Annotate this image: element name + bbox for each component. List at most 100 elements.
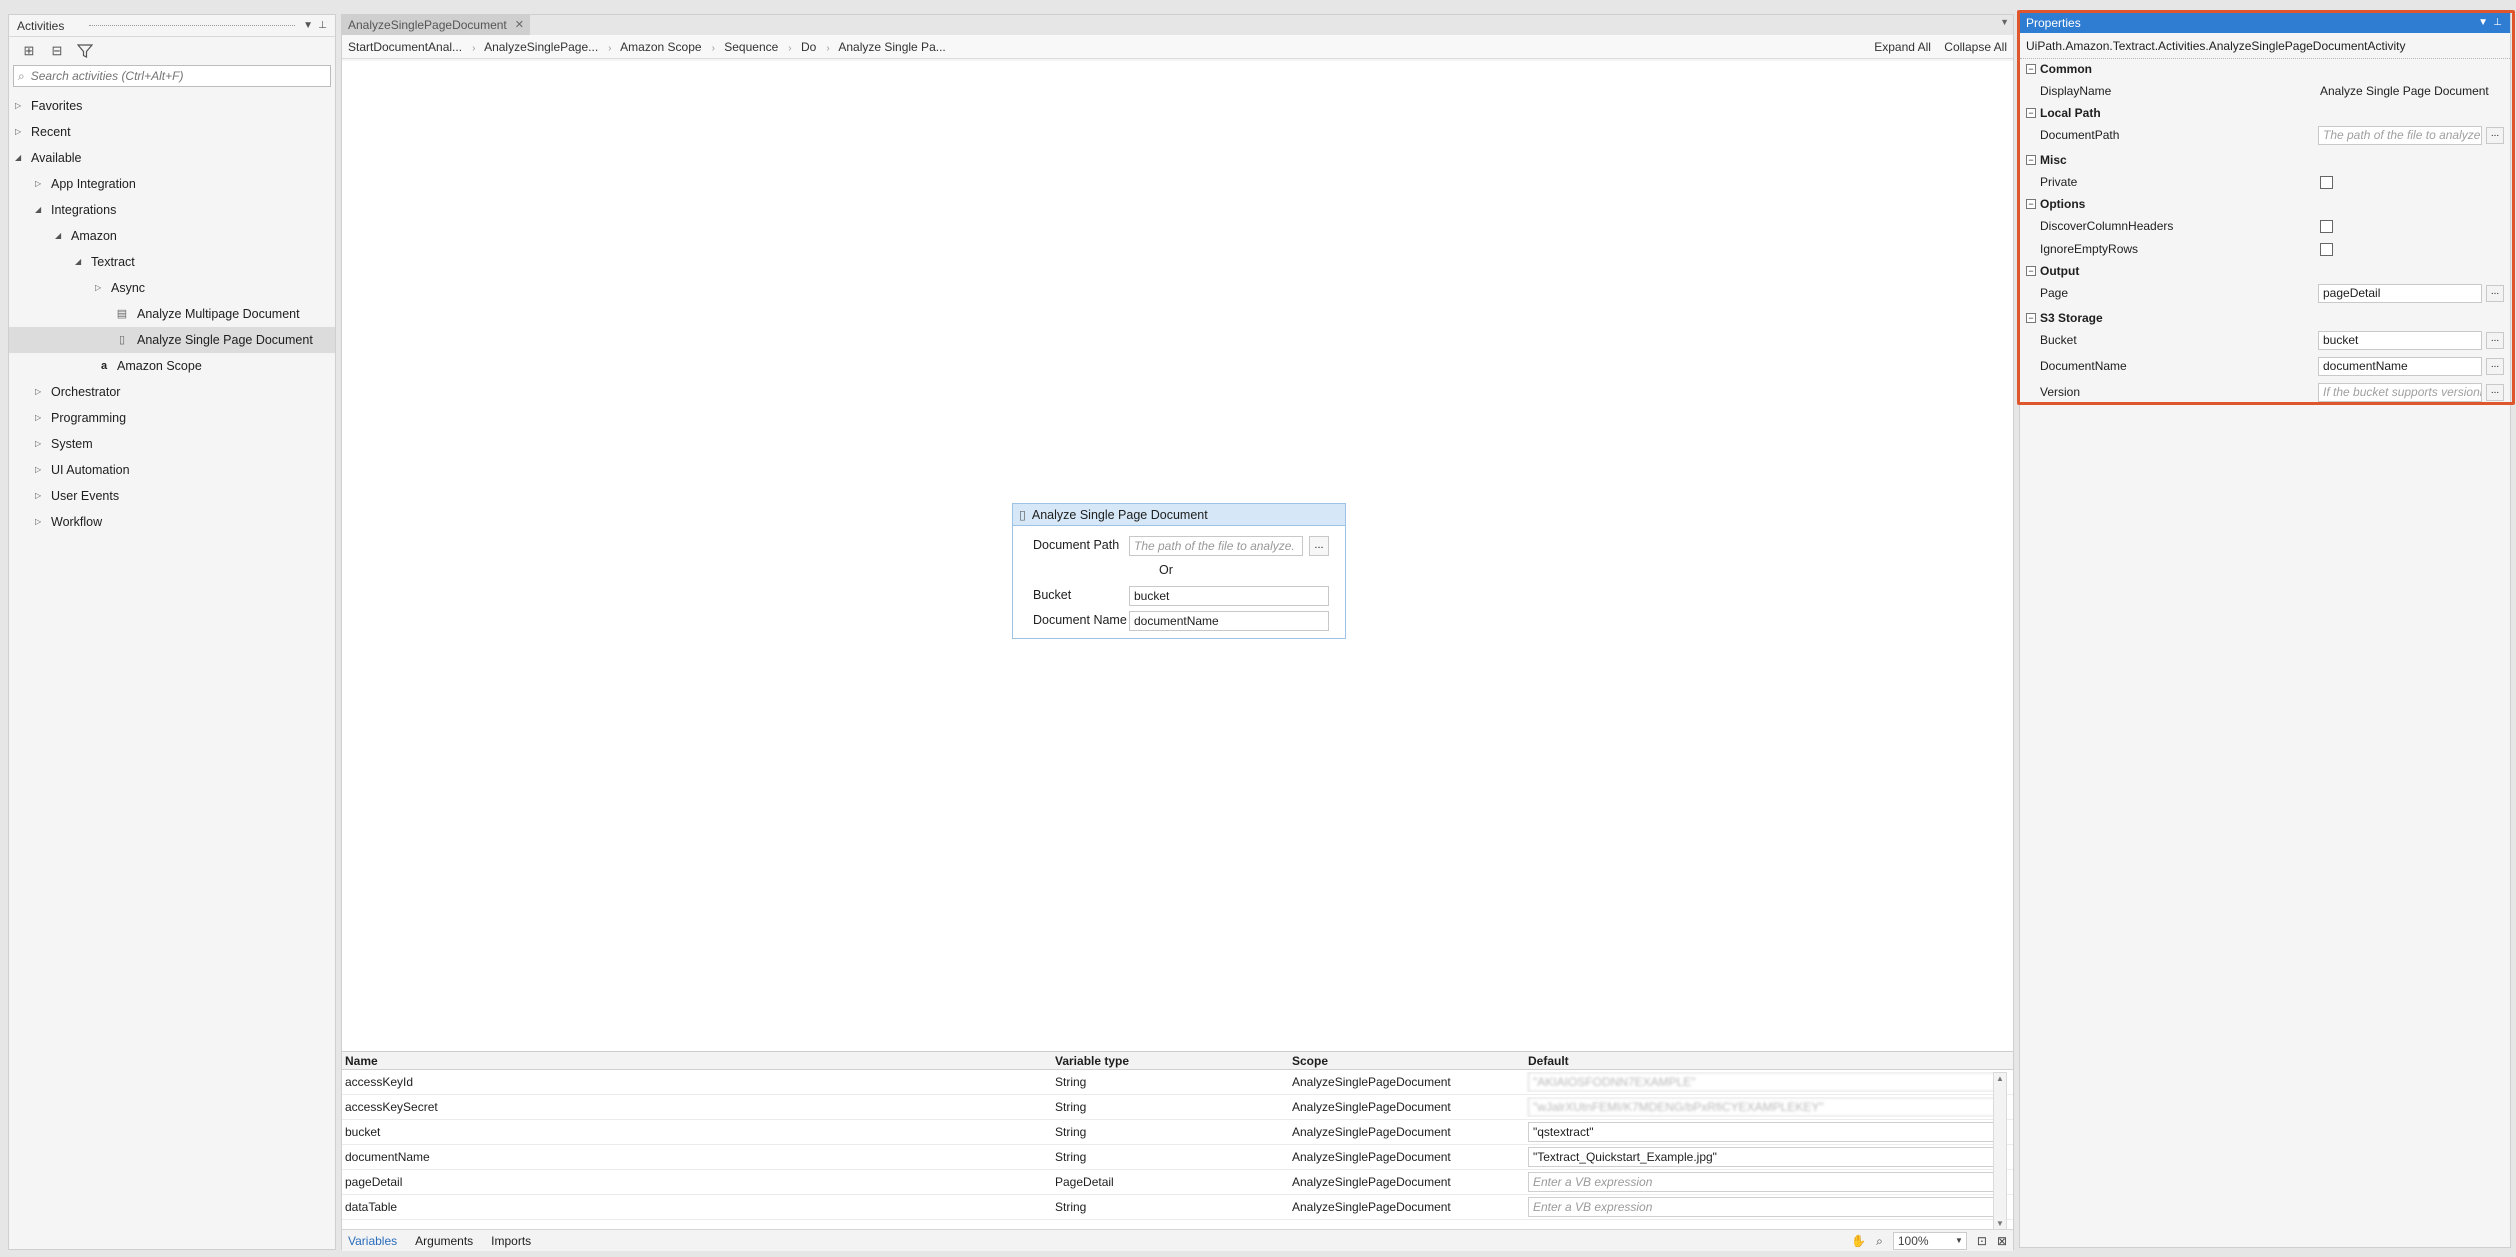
tab-analyze-single-page-document[interactable]: AnalyzeSinglePageDocument ✕ [342, 15, 530, 35]
panel-menu-icon[interactable]: ▼ [2478, 13, 2488, 33]
expand-arrow-icon[interactable]: ▷ [95, 275, 105, 301]
collapse-all-link[interactable]: Collapse All [1944, 40, 2007, 54]
scroll-up-icon[interactable]: ▲ [1994, 1074, 2006, 1083]
expand-arrow-icon[interactable]: ▷ [35, 483, 45, 509]
category-common[interactable]: − Common [2020, 59, 2510, 80]
table-row[interactable]: bucket String AnalyzeSinglePageDocument … [342, 1120, 2013, 1145]
bucket-input[interactable]: bucket [1129, 586, 1329, 606]
collapse-icon[interactable]: − [2026, 64, 2036, 74]
breadcrumb-item[interactable]: Do [801, 40, 816, 54]
category-s3-storage[interactable]: − S3 Storage [2020, 308, 2510, 329]
breadcrumb-item[interactable]: Amazon Scope [620, 40, 701, 54]
expand-arrow-icon[interactable]: ▷ [35, 379, 45, 405]
tab-arguments[interactable]: Arguments [415, 1234, 473, 1248]
documentpath-input[interactable]: The path of the file to analyze [2318, 126, 2482, 145]
collapse-icon[interactable]: − [2026, 108, 2036, 118]
scroll-down-icon[interactable]: ▼ [1994, 1219, 2006, 1228]
displayname-value[interactable]: Analyze Single Page Document [2320, 80, 2489, 103]
browse-button[interactable]: ... [2486, 384, 2504, 401]
tree-item-system[interactable]: ▷ System [9, 431, 335, 457]
tree-item-programming[interactable]: ▷ Programming [9, 405, 335, 431]
tree-item-integrations[interactable]: ◢ Integrations [9, 197, 335, 223]
table-row[interactable]: documentName String AnalyzeSinglePageDoc… [342, 1145, 2013, 1170]
default-value-input[interactable]: "qstextract" [1528, 1122, 1995, 1142]
hand-pan-icon[interactable]: ✋ [1851, 1234, 1866, 1248]
analyze-single-page-activity-card[interactable]: ▯ Analyze Single Page Document Document … [1012, 503, 1346, 639]
breadcrumb-item[interactable]: StartDocumentAnal... [348, 40, 462, 54]
tree-item-analyze-multipage[interactable]: ▤ Analyze Multipage Document [9, 301, 335, 327]
tree-item-favorites[interactable]: ▷ Favorites [9, 93, 335, 119]
document-path-input[interactable]: The path of the file to analyze. [1129, 536, 1303, 556]
collapse-arrow-icon[interactable]: ◢ [15, 145, 25, 171]
expand-arrow-icon[interactable]: ▷ [15, 119, 25, 145]
tree-item-amazon-scope[interactable]: a Amazon Scope [9, 353, 335, 379]
tree-item-workflow[interactable]: ▷ Workflow [9, 509, 335, 535]
zoom-level-select[interactable]: 100% ▼ [1892, 1232, 1967, 1250]
workflow-canvas[interactable]: ▯ Analyze Single Page Document Document … [342, 61, 2013, 1051]
zoom-search-icon[interactable]: ⌕ [1876, 1234, 1883, 1249]
collapse-arrow-icon[interactable]: ◢ [75, 249, 85, 275]
tab-imports[interactable]: Imports [491, 1234, 531, 1248]
breadcrumb-item[interactable]: Analyze Single Pa... [838, 40, 945, 54]
filter-icon[interactable] [75, 41, 95, 61]
browse-button[interactable]: ... [2486, 127, 2504, 144]
tree-item-app-integration[interactable]: ▷ App Integration [9, 171, 335, 197]
category-local-path[interactable]: − Local Path [2020, 103, 2510, 124]
expand-arrow-icon[interactable]: ▷ [15, 93, 25, 119]
private-checkbox[interactable] [2320, 176, 2333, 189]
column-header-variable-type[interactable]: Variable type [1052, 1052, 1289, 1069]
pin-icon[interactable]: ⊥ [318, 15, 327, 37]
default-value-input[interactable]: "Textract_Quickstart_Example.jpg" [1528, 1147, 1995, 1167]
table-row[interactable]: pageDetail PageDetail AnalyzeSinglePageD… [342, 1170, 2013, 1195]
tree-item-ui-automation[interactable]: ▷ UI Automation [9, 457, 335, 483]
column-header-default[interactable]: Default [1525, 1052, 1995, 1069]
expand-arrow-icon[interactable]: ▷ [35, 431, 45, 457]
activity-card-header[interactable]: ▯ Analyze Single Page Document [1013, 504, 1345, 526]
collapse-arrow-icon[interactable]: ◢ [55, 223, 65, 249]
browse-button[interactable]: ... [2486, 332, 2504, 349]
collapse-icon[interactable]: − [2026, 199, 2036, 209]
default-value-input[interactable]: Enter a VB expression [1528, 1172, 1995, 1192]
expand-arrow-icon[interactable]: ▷ [35, 171, 45, 197]
collapse-arrow-icon[interactable]: ◢ [35, 197, 45, 223]
browse-button[interactable]: ... [1309, 536, 1329, 556]
tree-item-user-events[interactable]: ▷ User Events [9, 483, 335, 509]
category-misc[interactable]: − Misc [2020, 150, 2510, 171]
expand-all-link[interactable]: Expand All [1874, 40, 1931, 54]
table-row[interactable]: dataTable String AnalyzeSinglePageDocume… [342, 1195, 2013, 1220]
category-output[interactable]: − Output [2020, 261, 2510, 282]
default-value-input[interactable]: Enter a VB expression [1528, 1197, 1995, 1217]
default-value-input[interactable]: "wJalrXUtnFEMI/K7MDENG/bPxRfiCYEXAMPLEKE… [1528, 1097, 1995, 1117]
document-name-input[interactable]: documentName [1129, 611, 1329, 631]
activities-search-box[interactable]: ⌕ [13, 65, 331, 87]
table-row[interactable]: accessKeySecret String AnalyzeSinglePage… [342, 1095, 2013, 1120]
fit-to-screen-icon[interactable]: ⊡ [1977, 1234, 1987, 1248]
expand-all-icon[interactable]: ⊞ [19, 41, 39, 61]
category-options[interactable]: − Options [2020, 194, 2510, 215]
page-input[interactable]: pageDetail [2318, 284, 2482, 303]
bucket-input[interactable]: bucket [2318, 331, 2482, 350]
column-header-name[interactable]: Name [342, 1052, 1052, 1069]
documentname-input[interactable]: documentName [2318, 357, 2482, 376]
collapse-all-icon[interactable]: ⊟ [47, 41, 67, 61]
collapse-icon[interactable]: − [2026, 266, 2036, 276]
browse-button[interactable]: ... [2486, 285, 2504, 302]
pin-icon[interactable]: ⊥ [2493, 13, 2502, 33]
tree-item-amazon[interactable]: ◢ Amazon [9, 223, 335, 249]
column-header-scope[interactable]: Scope [1289, 1052, 1525, 1069]
browse-button[interactable]: ... [2486, 358, 2504, 375]
overview-icon[interactable]: ⊠ [1997, 1234, 2007, 1248]
variables-scrollbar[interactable]: ▲ ▼ [1993, 1072, 2007, 1230]
expand-arrow-icon[interactable]: ▷ [35, 509, 45, 535]
breadcrumb-item[interactable]: AnalyzeSinglePage... [484, 40, 598, 54]
collapse-icon[interactable]: − [2026, 155, 2036, 165]
tree-item-available[interactable]: ◢ Available [9, 145, 335, 171]
panel-menu-icon[interactable]: ▼ [303, 15, 313, 37]
tab-variables[interactable]: Variables [348, 1234, 397, 1248]
collapse-icon[interactable]: − [2026, 313, 2036, 323]
breadcrumb-item[interactable]: Sequence [724, 40, 778, 54]
activities-search-input[interactable] [28, 68, 330, 84]
tree-item-analyze-single-page[interactable]: ▯ Analyze Single Page Document [9, 327, 335, 353]
close-icon[interactable]: ✕ [515, 15, 524, 35]
version-input[interactable]: If the bucket supports versioning [2318, 383, 2482, 402]
